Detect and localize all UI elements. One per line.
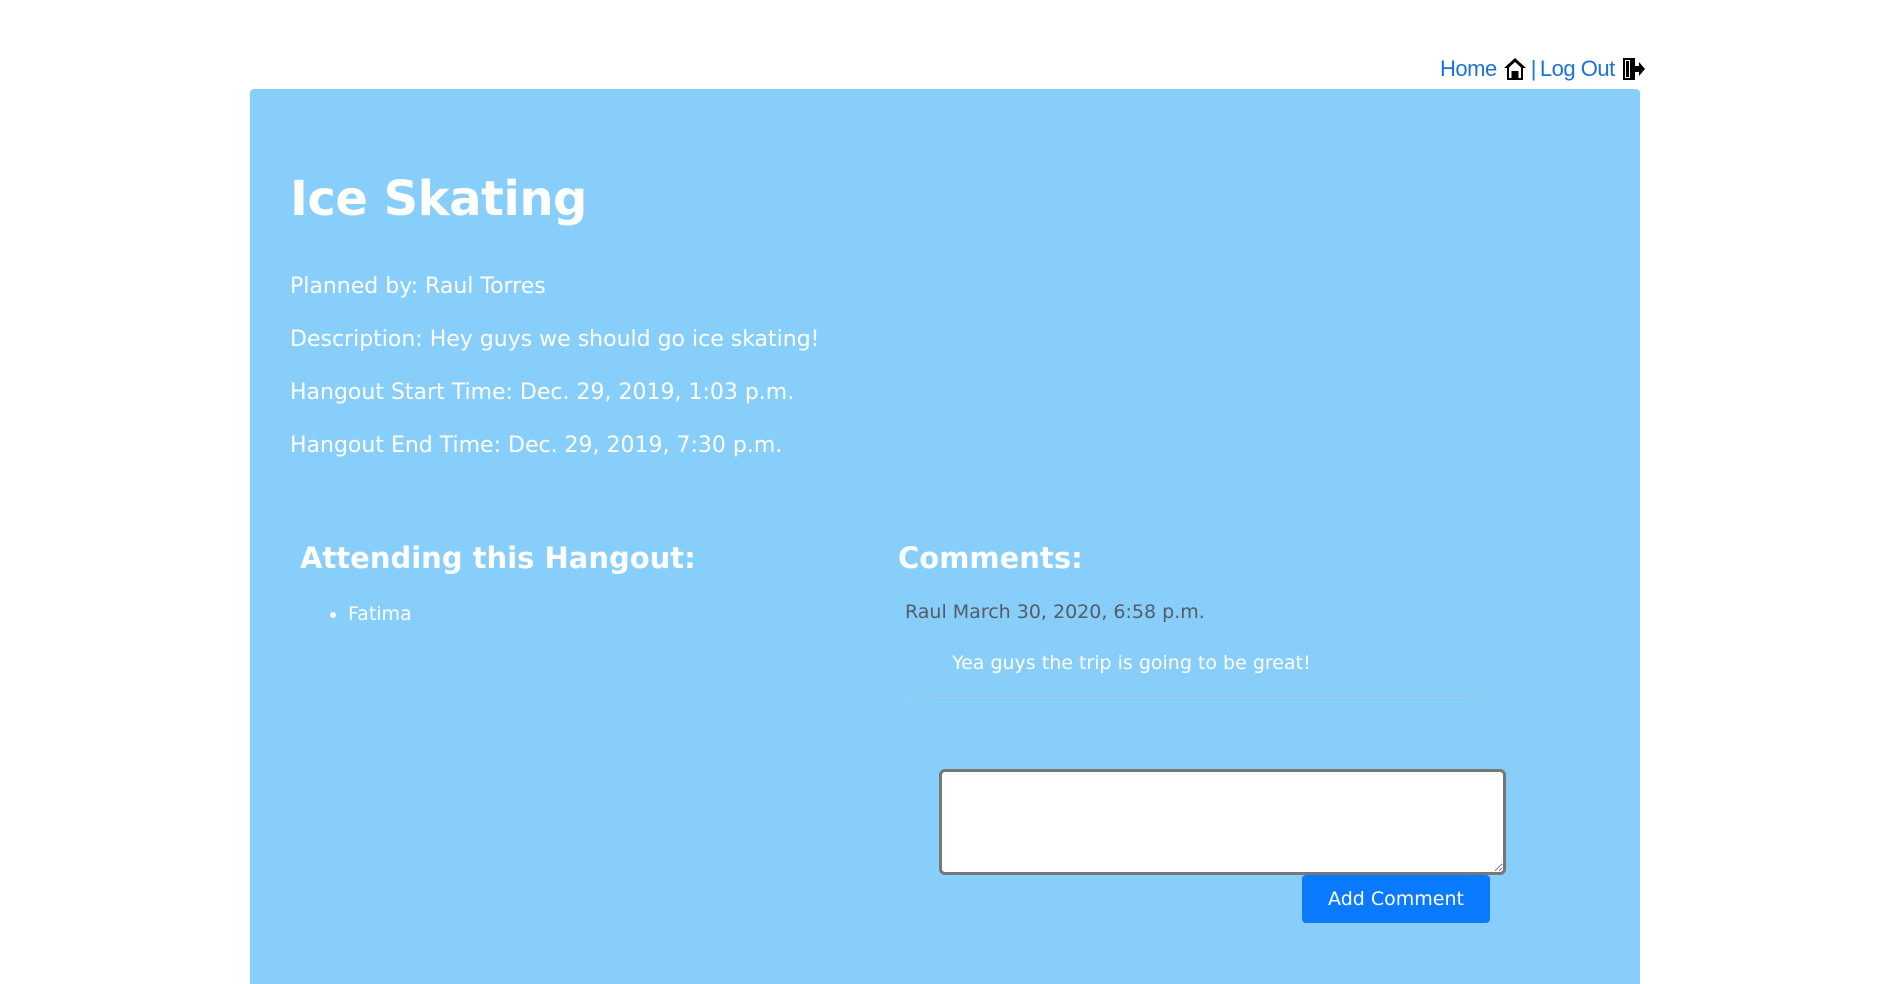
hangout-description: Description: Hey guys we should go ice s… [290, 327, 820, 352]
comment-text: Yea guys the trip is going to be great! [952, 652, 1311, 674]
comment-input[interactable] [939, 769, 1506, 875]
attendee-list: Fatima [300, 601, 412, 627]
hangout-start-time: Hangout Start Time: Dec. 29, 2019, 1:03 … [290, 380, 795, 405]
top-nav: Home | Log Out [1440, 56, 1645, 82]
attendee-item: Fatima [348, 601, 412, 627]
add-comment-button[interactable]: Add Comment [1302, 875, 1490, 923]
attending-heading: Attending this Hangout: [300, 541, 696, 575]
door-exit-icon[interactable] [1621, 56, 1645, 82]
comments-heading: Comments: [898, 541, 1083, 575]
hangout-title: Ice Skating [290, 171, 587, 227]
hangout-end-time: Hangout End Time: Dec. 29, 2019, 7:30 p.… [290, 433, 783, 458]
house-icon[interactable] [1503, 56, 1527, 82]
logout-link[interactable]: Log Out [1540, 56, 1615, 82]
comment-divider [905, 697, 1490, 698]
hangout-panel: Ice Skating Planned by: Raul Torres Desc… [250, 89, 1640, 984]
nav-separator: | [1530, 56, 1537, 81]
comment-meta: Raul March 30, 2020, 6:58 p.m. [905, 601, 1205, 623]
home-link[interactable]: Home [1440, 56, 1497, 82]
planned-by: Planned by: Raul Torres [290, 274, 546, 299]
